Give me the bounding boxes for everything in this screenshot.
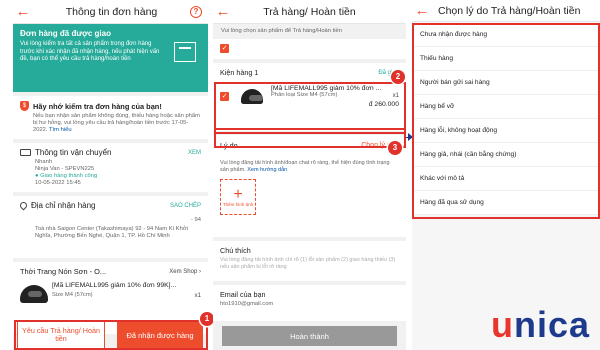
header: ← Trả hàng/ Hoàn tiền — [213, 0, 406, 24]
location-pin-icon — [18, 200, 29, 211]
evidence-note: Vui lòng đăng tải hình ảnh/đoạn chat rõ … — [220, 160, 390, 173]
address-title: Địa chỉ nhận hàng — [31, 201, 96, 210]
order-info-screen: ← Thông tin đơn hàng ? Đơn hàng đã được … — [13, 0, 208, 350]
delivered-banner: Đơn hàng đã được giao Vui lòng kiểm tra … — [13, 24, 208, 92]
address-line1: - 94 — [191, 217, 201, 223]
plus-icon: + — [233, 185, 243, 203]
instruction: Vui lòng chọn sản phẩm để Trả hàng/Hoàn … — [213, 24, 406, 39]
ship-time: 10-05-2022 15:45 — [35, 180, 81, 186]
return-refund-screen: ← Trả hàng/ Hoàn tiền Vui lòng chọn sản … — [213, 0, 406, 350]
help-icon[interactable]: ? — [190, 5, 202, 18]
back-arrow-icon[interactable]: ← — [13, 3, 33, 20]
banner-text: Vui lòng kiểm tra tất cả sản phẩm trong … — [20, 41, 160, 62]
page-title: Trả hàng/ Hoàn tiền — [263, 5, 356, 18]
product-name[interactable]: [Mã LIFEMALL995 giảm 10% đơn 99K]... — [52, 282, 201, 289]
tracking-code: Ninja Van - SPEVN225 — [35, 166, 95, 172]
product-qty: x1 — [194, 292, 201, 299]
unica-logo: unica — [490, 304, 590, 345]
address-section: Địa chỉ nhận hàng SAO CHÉP - 94 Toà nhà … — [13, 196, 208, 258]
guide-link[interactable]: Xem hướng dẫn — [247, 167, 287, 173]
evidence-section: Vui lòng đăng tải hình ảnh/đoạn chat rõ … — [213, 155, 406, 237]
step-badge-1: 1 — [200, 312, 214, 326]
add-photo-button[interactable]: + Thêm hình ảnh — [220, 179, 256, 215]
learn-more-link[interactable]: Tìm hiểu — [49, 127, 72, 133]
view-shop-link[interactable]: Xem Shop › — [169, 269, 201, 275]
step-badge-2: 2 — [391, 70, 405, 84]
email-value[interactable]: hto1910@gmail.com — [220, 301, 399, 308]
truck-icon — [20, 149, 31, 156]
ship-status: ● Giao hàng thành công — [35, 173, 98, 179]
back-arrow-icon[interactable]: ← — [412, 2, 432, 19]
header: ← Chọn lý do Trả hàng/Hoàn tiền — [412, 0, 600, 22]
page-title: Chọn lý do Trả hàng/Hoàn tiền — [438, 4, 581, 17]
back-arrow-icon[interactable]: ← — [213, 3, 233, 20]
check-title: Hãy nhớ kiểm tra đơn hàng của bạn! — [33, 101, 162, 111]
note-section: Chú thích Vui lòng đăng tải hình ảnh chi… — [213, 241, 406, 281]
banner-title: Đơn hàng đã được giao — [20, 29, 111, 38]
copy-address-link[interactable]: SAO CHÉP — [170, 203, 201, 209]
note-label: Chú thích — [220, 246, 251, 255]
page-title: Thông tin đơn hàng — [65, 5, 158, 18]
shipping-section: Thông tin vận chuyển XEM Nhanh Ninja Van… — [13, 143, 208, 192]
header: ← Thông tin đơn hàng ? — [13, 0, 208, 24]
add-photo-label: Thêm hình ảnh — [222, 201, 254, 207]
package-icon — [174, 42, 196, 62]
note-input[interactable]: Vui lòng đăng tải hình ảnh chi rõ (1) lỗ… — [220, 257, 399, 271]
highlight-reason-list — [412, 23, 600, 219]
shipping-title: Thông tin vận chuyển — [35, 148, 112, 157]
view-shipping-link[interactable]: XEM — [188, 150, 201, 156]
highlight-product — [214, 82, 406, 134]
highlight-reason — [214, 128, 406, 148]
highlight-buttons — [14, 320, 208, 350]
select-all-row: ✓ — [213, 39, 406, 59]
email-section: Email của bạn hto1910@gmail.com — [213, 285, 406, 321]
complete-button[interactable]: Hoàn thành — [222, 326, 397, 346]
step-badge-3: 3 — [388, 141, 402, 155]
product-variant: Size M4 (57cm) — [52, 292, 93, 298]
select-all-checkbox[interactable]: ✓ — [220, 44, 229, 53]
package-label: Kiện hàng 1 — [220, 68, 259, 77]
email-label: Email của bạn — [220, 290, 266, 299]
carrier: Nhanh — [35, 159, 53, 165]
shield-icon: $ — [20, 101, 29, 111]
shop-name[interactable]: Thời Trang Nón Sơn - O... — [20, 267, 106, 276]
address-line2: Toà nhà Saigon Center (Takashimaya) 92 -… — [35, 226, 188, 239]
product-thumbnail — [20, 285, 48, 303]
check-order-section: $ Hãy nhớ kiểm tra đơn hàng của bạn! Nếu… — [13, 96, 208, 139]
